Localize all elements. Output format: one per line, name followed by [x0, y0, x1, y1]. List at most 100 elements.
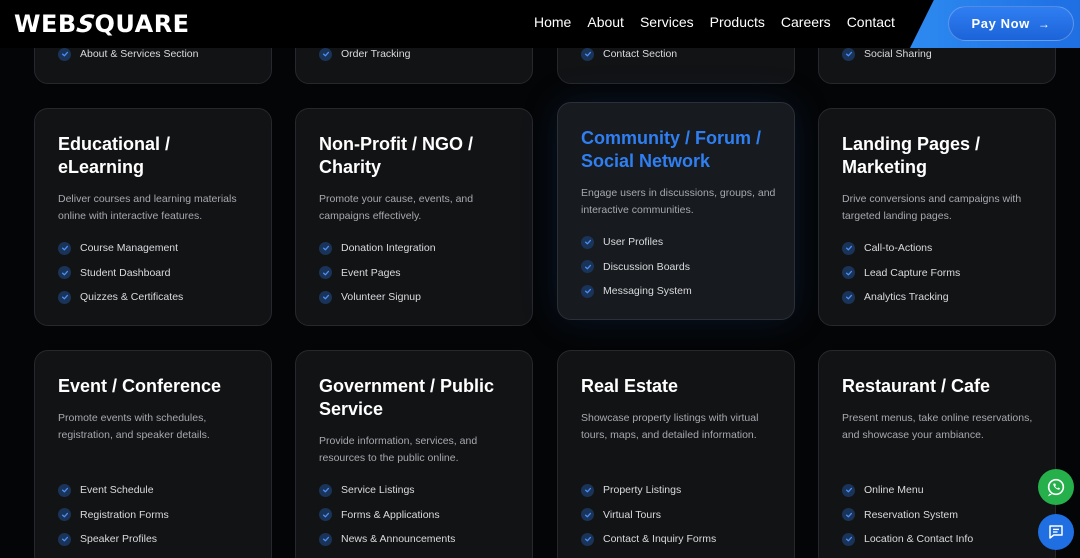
nav-contact[interactable]: Contact	[847, 14, 895, 30]
check-icon	[842, 266, 855, 280]
check-icon	[58, 241, 71, 255]
check-icon	[58, 290, 71, 304]
check-icon	[319, 47, 332, 61]
check-icon	[58, 266, 71, 280]
service-card[interactable]: Real Estate Showcase property listings wi…	[557, 350, 795, 558]
feature-label: Location & Contact Info	[864, 533, 974, 546]
feature-list: Course Management Student Dashboard Quizze…	[58, 236, 183, 310]
feature-item: Quizzes & Certificates	[58, 285, 183, 310]
check-icon	[58, 483, 71, 497]
check-icon	[581, 532, 594, 546]
feature-item: Lead Capture Forms	[842, 261, 960, 286]
card-title: Restaurant / Cafe	[842, 376, 991, 396]
feature-label: Contact Section	[603, 48, 678, 61]
service-card[interactable]: Non-Profit / NGO / Charity Promote your c…	[295, 108, 533, 326]
check-icon	[319, 266, 332, 280]
feature-item: Speaker Profiles	[58, 527, 169, 552]
service-card[interactable]: Event / Conference Promote events with sc…	[34, 350, 272, 558]
card-description: Showcase property listings with virtual …	[581, 412, 759, 441]
card-description: Engage users in discussions, groups, and…	[581, 187, 776, 216]
feature-list: Property Listings Virtual Tours Contact & …	[581, 478, 716, 552]
logo[interactable]: WEBSQUARE	[14, 10, 190, 38]
card-description: Promote events with schedules, registrat…	[58, 412, 210, 441]
nav-careers[interactable]: Careers	[781, 14, 831, 30]
card-title: Real Estate	[581, 376, 679, 396]
check-icon	[319, 532, 332, 546]
check-icon	[58, 532, 71, 546]
logo-text-right: QUARE	[94, 10, 190, 38]
feature-label: Virtual Tours	[603, 508, 661, 521]
feature-label: Service Listings	[341, 484, 415, 497]
feature-item: Call-to-Actions	[842, 236, 960, 261]
feature-item: Registration Forms	[58, 503, 169, 528]
card-title: Non-Profit / NGO / Charity	[319, 134, 473, 177]
feature-item: Reservation System	[842, 503, 973, 528]
feature-label: News & Announcements	[341, 533, 456, 546]
card-title: Educational / eLearning	[58, 134, 171, 177]
card-title: Event / Conference	[58, 376, 222, 396]
service-card[interactable]: Community / Forum / Social Network Engage…	[557, 102, 795, 320]
feature-list: Call-to-Actions Lead Capture Forms Analyti…	[842, 236, 960, 310]
check-icon	[581, 235, 594, 249]
feature-list: Online Menu Reservation System Location & …	[842, 478, 973, 552]
nav-home[interactable]: Home	[534, 14, 571, 30]
feature-label: Quizzes & Certificates	[80, 291, 184, 304]
card-title: Landing Pages / Marketing	[842, 134, 981, 177]
feature-list: User Profiles Discussion Boards Messaging …	[581, 230, 692, 304]
feature-label: Donation Integration	[341, 242, 436, 255]
nav-services[interactable]: Services	[640, 14, 694, 30]
whatsapp-button[interactable]	[1038, 469, 1074, 505]
feature-label: Online Menu	[864, 484, 924, 497]
feature-item: Virtual Tours	[581, 503, 716, 528]
chat-button[interactable]	[1038, 514, 1074, 550]
feature-item: Contact & Inquiry Forms	[581, 527, 716, 552]
nav-links: Home About Services Products Careers Con…	[534, 14, 911, 30]
arrow-right-icon: →	[1037, 16, 1051, 31]
feature-item: Volunteer Signup	[319, 285, 436, 310]
check-icon	[581, 508, 594, 522]
check-icon	[58, 508, 71, 522]
card-title: Government / Public Service	[319, 376, 495, 419]
feature-item: Forms & Applications	[319, 503, 455, 528]
feature-item: Service Listings	[319, 478, 455, 503]
navbar: WEBSQUARE Home About Services Products C…	[0, 0, 1080, 48]
card-description: Deliver courses and learning materials o…	[58, 193, 237, 222]
feature-label: About & Services Section	[80, 48, 199, 61]
feature-label: Lead Capture Forms	[864, 266, 961, 279]
nav-about[interactable]: About	[587, 14, 624, 30]
check-icon	[581, 284, 594, 298]
service-card[interactable]: Restaurant / Cafe Present menus, take onl…	[818, 350, 1056, 558]
check-icon	[842, 290, 855, 304]
feature-label: Order Tracking	[341, 48, 411, 61]
feature-label: Analytics Tracking	[864, 291, 949, 304]
feature-label: Speaker Profiles	[80, 533, 158, 546]
feature-item: Student Dashboard	[58, 261, 183, 286]
nav-products[interactable]: Products	[710, 14, 765, 30]
check-icon	[581, 260, 594, 274]
check-icon	[581, 483, 594, 497]
feature-item: Messaging System	[581, 279, 692, 304]
pay-now-button[interactable]: Pay Now →	[948, 6, 1074, 41]
feature-label: Property Listings	[603, 484, 682, 497]
feature-item: Location & Contact Info	[842, 527, 973, 552]
feature-label: Event Pages	[341, 266, 401, 279]
feature-label: User Profiles	[603, 236, 664, 249]
feature-item: Discussion Boards	[581, 255, 692, 280]
service-card[interactable]: Government / Public Service Provide infor…	[295, 350, 533, 558]
service-card[interactable]: Educational / eLearning Deliver courses a…	[34, 108, 272, 326]
service-card[interactable]: Landing Pages / Marketing Drive conversio…	[818, 108, 1056, 326]
card-description: Promote your cause, events, and campaign…	[319, 193, 474, 222]
feature-item: Donation Integration	[319, 236, 436, 261]
feature-label: Course Management	[80, 242, 179, 255]
feature-label: Contact & Inquiry Forms	[603, 533, 717, 546]
check-icon	[842, 241, 855, 255]
check-icon	[842, 508, 855, 522]
pay-now-label: Pay Now	[971, 16, 1030, 31]
card-description: Drive conversions and campaigns with tar…	[842, 193, 1022, 222]
feature-label: Messaging System	[603, 285, 692, 298]
feature-label: Student Dashboard	[80, 266, 171, 279]
feature-list: Event Schedule Registration Forms Speaker …	[58, 478, 169, 552]
feature-item: Event Pages	[319, 261, 436, 286]
feature-label: Volunteer Signup	[341, 291, 421, 304]
feature-item: Event Schedule	[58, 478, 169, 503]
